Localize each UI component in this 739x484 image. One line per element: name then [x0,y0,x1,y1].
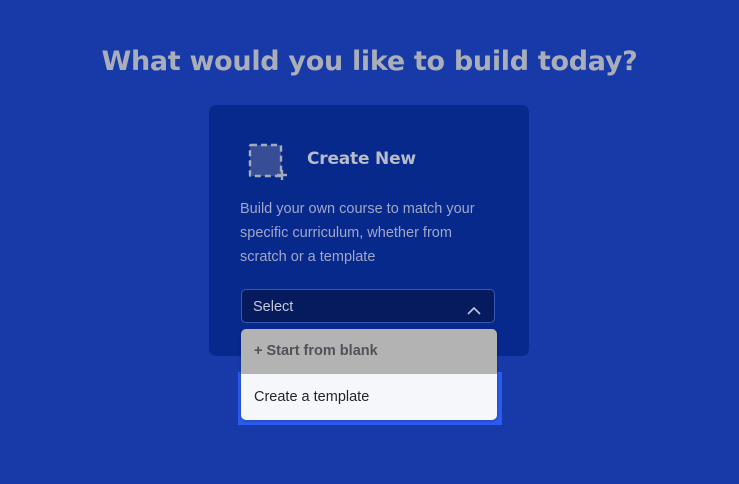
page-title: What would you like to build today? [101,46,638,77]
select-dropdown-menu: + Start from blank Create a template [241,329,497,420]
dashed-square-plus-icon [247,142,289,184]
chevron-up-icon [467,301,481,315]
card-description: Build your own course to match your spec… [240,201,475,265]
select-value: Select [253,299,294,315]
option-create-template[interactable]: Create a template [241,374,497,420]
card-title: Create New [307,149,416,169]
option-start-from-blank[interactable]: + Start from blank [241,329,497,374]
course-type-select[interactable]: Select [241,289,495,323]
